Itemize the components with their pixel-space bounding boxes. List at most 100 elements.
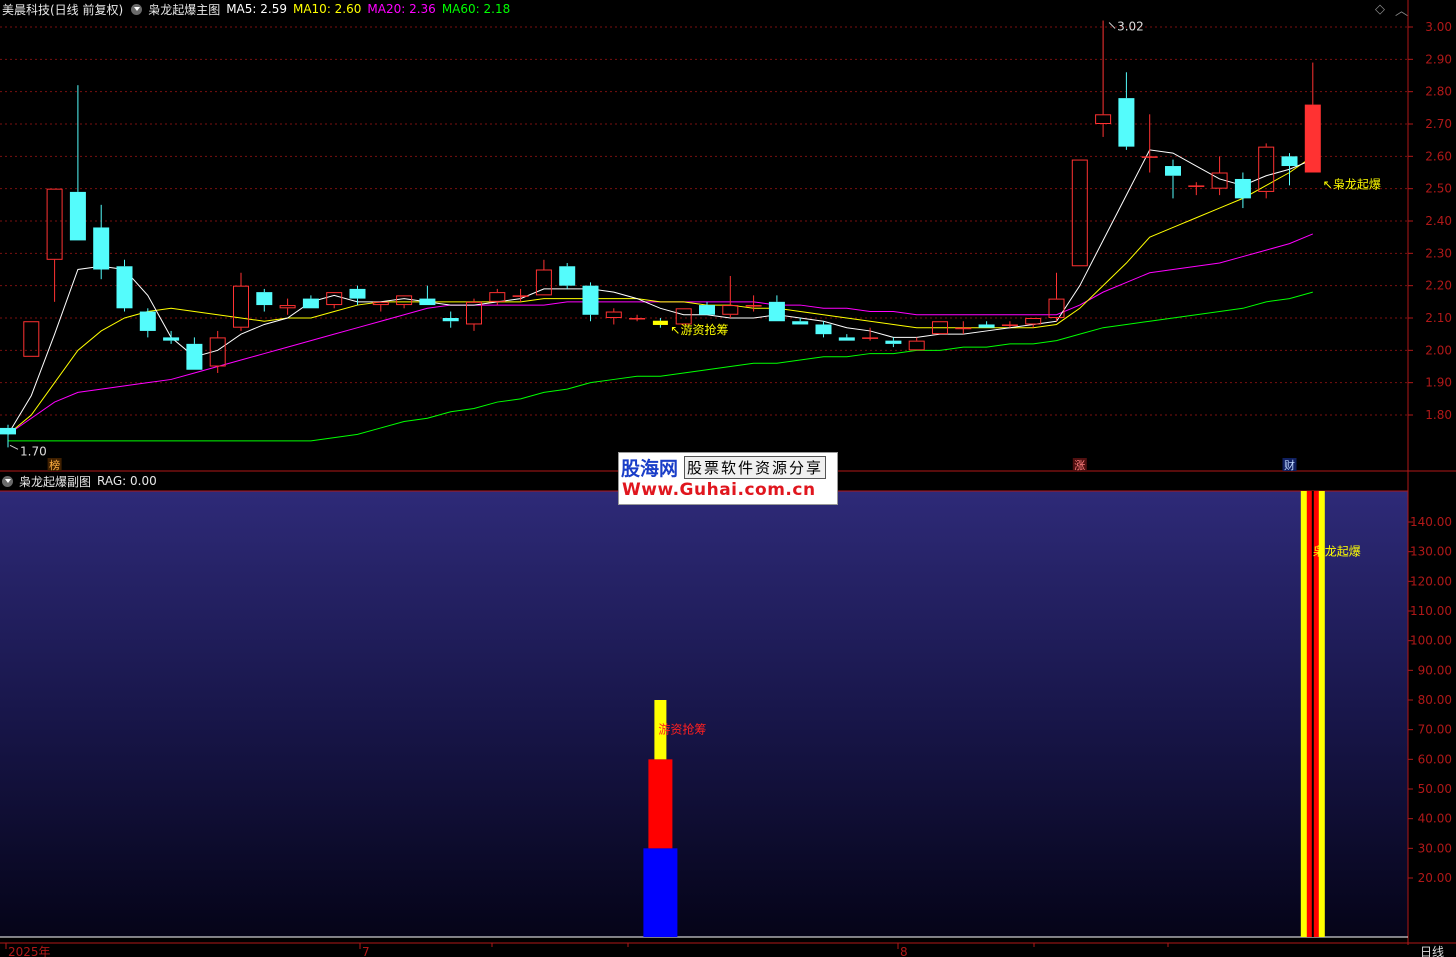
chevron-up-icon[interactable]: ︿ — [1395, 0, 1408, 19]
candle — [116, 259, 133, 312]
candle-body — [0, 427, 16, 435]
candle-body — [326, 292, 343, 306]
candle — [629, 314, 646, 322]
y-tick-label: 2.40 — [1425, 214, 1452, 228]
candle — [535, 259, 552, 296]
y-tick-label: 2.20 — [1425, 279, 1452, 293]
sub-panel-background — [0, 491, 1408, 937]
y-tick-label: 2.50 — [1425, 182, 1452, 196]
candle-body — [768, 301, 785, 322]
candle-body — [1001, 324, 1018, 326]
y-tick-label: 2.60 — [1425, 149, 1452, 163]
candle — [1141, 114, 1158, 173]
ma5-line — [7, 149, 1313, 435]
stock-title: 美晨科技(日线 前复权) — [2, 2, 124, 17]
y-tick-label: 1.80 — [1425, 408, 1452, 422]
y-tick-label: 2.10 — [1425, 311, 1452, 325]
candle-body — [512, 295, 529, 297]
sub-indicator-name[interactable]: 枭龙起爆副图 — [19, 473, 91, 490]
candle-body — [163, 337, 180, 341]
candle-body — [722, 305, 739, 315]
candle — [279, 298, 296, 315]
candle-body — [862, 337, 879, 339]
main-annotations: 3.02 1.70 ↖游资抢筹 ↖枭龙起爆榜 涨 财 — [9, 20, 1381, 472]
price-label: 3.02 — [1117, 20, 1144, 34]
candle-body — [116, 266, 133, 309]
bar-label: 游资抢筹 — [658, 722, 706, 737]
signal-label: ↖游资抢筹 — [670, 322, 728, 337]
candle — [768, 295, 785, 322]
candle — [256, 288, 273, 312]
y-tick-label: 30.00 — [1418, 841, 1452, 855]
marker-label: 财 — [1284, 458, 1295, 472]
watermark-tagline: 股票软件资源分享 — [684, 455, 827, 479]
candle-body — [1281, 156, 1298, 167]
candle — [46, 188, 63, 302]
candle — [582, 282, 599, 322]
candle-body — [582, 285, 599, 315]
candle — [1281, 153, 1298, 186]
y-tick-label: 50.00 — [1418, 782, 1452, 796]
ma5-label: MA5: 2.59 — [226, 2, 287, 16]
period-label: 日线 — [1420, 945, 1444, 957]
candle — [186, 337, 203, 370]
candle-body — [1165, 166, 1181, 176]
candle — [139, 308, 156, 338]
y-tick-label: 60.00 — [1418, 752, 1452, 766]
candle — [372, 301, 389, 312]
candle — [1165, 159, 1181, 199]
y-tick-label: 130.00 — [1410, 545, 1452, 559]
candle-body — [629, 318, 646, 320]
candle-body — [233, 285, 249, 328]
candle-body — [792, 321, 809, 325]
y-tick-label: 140.00 — [1410, 515, 1452, 529]
candle — [419, 285, 436, 306]
top-right-controls: ◇ ︿ — [1375, 0, 1408, 19]
candle-body — [302, 298, 319, 309]
candle — [885, 337, 902, 348]
marker-label: 榜 — [49, 458, 60, 472]
candle — [1118, 72, 1135, 150]
candle-body — [605, 311, 622, 318]
candle-body — [1095, 114, 1112, 125]
candle — [838, 334, 855, 341]
main-y-ticks: 1.80 1.90 2.00 2.10 2.20 2.30 2.40 2.50 2.60 2.70… — [1408, 20, 1452, 422]
candle-body — [186, 343, 203, 370]
candle-body — [1071, 159, 1088, 267]
candle — [745, 295, 762, 312]
candle — [1304, 62, 1321, 173]
indicator-name[interactable]: 枭龙起爆主图 — [148, 1, 220, 18]
watermark: 股海网 股票软件资源分享 Www.Guhai.com.cn — [618, 452, 838, 505]
y-tick-label: 20.00 — [1418, 871, 1452, 885]
candle — [1025, 318, 1042, 328]
candle — [955, 321, 972, 335]
y-tick-label: 80.00 — [1418, 693, 1452, 707]
price-pointer — [1108, 22, 1116, 29]
candle — [908, 337, 925, 351]
y-tick-label: 2.70 — [1425, 117, 1452, 131]
candle — [442, 311, 459, 328]
candle-body — [69, 191, 86, 241]
candle-body — [955, 327, 972, 330]
diamond-icon[interactable]: ◇ — [1375, 2, 1385, 17]
candle — [652, 318, 668, 328]
chevron-down-icon[interactable] — [2, 475, 13, 487]
y-tick-label: 1.90 — [1425, 376, 1452, 390]
main-grid — [0, 26, 1408, 416]
candle — [0, 424, 16, 448]
candle-body — [815, 324, 832, 335]
ma-lines — [7, 149, 1314, 442]
candle — [722, 275, 739, 318]
candle — [1095, 20, 1112, 137]
candle — [93, 204, 110, 280]
candle-body — [1118, 98, 1135, 147]
candle-body — [745, 305, 762, 307]
y-tick-label: 2.00 — [1425, 343, 1452, 357]
candle — [699, 301, 715, 315]
chevron-down-icon[interactable] — [131, 3, 143, 15]
ma20-label: MA20: 2.36 — [367, 2, 436, 16]
candle-body — [139, 311, 156, 331]
price-pointer — [9, 444, 19, 450]
candle-body — [885, 340, 902, 344]
y-tick-label: 70.00 — [1418, 723, 1452, 737]
